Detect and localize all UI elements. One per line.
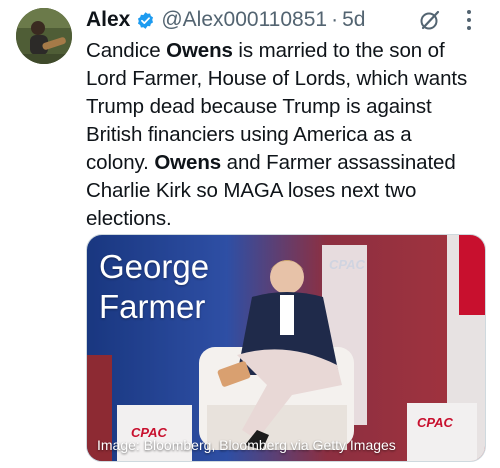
cpac-logo: CPAC (329, 257, 365, 272)
verified-badge-icon (136, 11, 155, 30)
tweet-header: Alex @Alex000110851 · 5d (86, 6, 365, 34)
tweet-text: Candice Owens is married to the son of L… (86, 37, 486, 233)
tweet-text-bold: Owens (166, 39, 233, 62)
more-dot (467, 10, 471, 14)
tweet[interactable]: Alex @Alex000110851 · 5d Candice Owens i… (0, 0, 500, 468)
author-handle[interactable]: @Alex000110851 (161, 8, 327, 32)
tweet-media-image[interactable]: CPAC CPAC CPAC George Farmer Image: Bloo… (86, 234, 486, 462)
tweet-timestamp[interactable]: 5d (342, 8, 365, 32)
more-dot (467, 26, 471, 30)
author-name[interactable]: Alex (86, 8, 130, 32)
more-options-icon[interactable] (466, 10, 472, 30)
cpac-logo: CPAC (417, 415, 453, 430)
media-title: George Farmer (99, 248, 210, 325)
avatar[interactable] (16, 8, 72, 64)
media-caption: Image: Bloomberg, Bloomberg via Getty Im… (97, 437, 396, 453)
tweet-text-bold: Owens (154, 151, 222, 174)
separator-dot: · (331, 8, 339, 31)
grok-icon[interactable] (418, 8, 442, 32)
tweet-text-segment: Candice (86, 39, 167, 62)
more-dot (467, 18, 471, 22)
